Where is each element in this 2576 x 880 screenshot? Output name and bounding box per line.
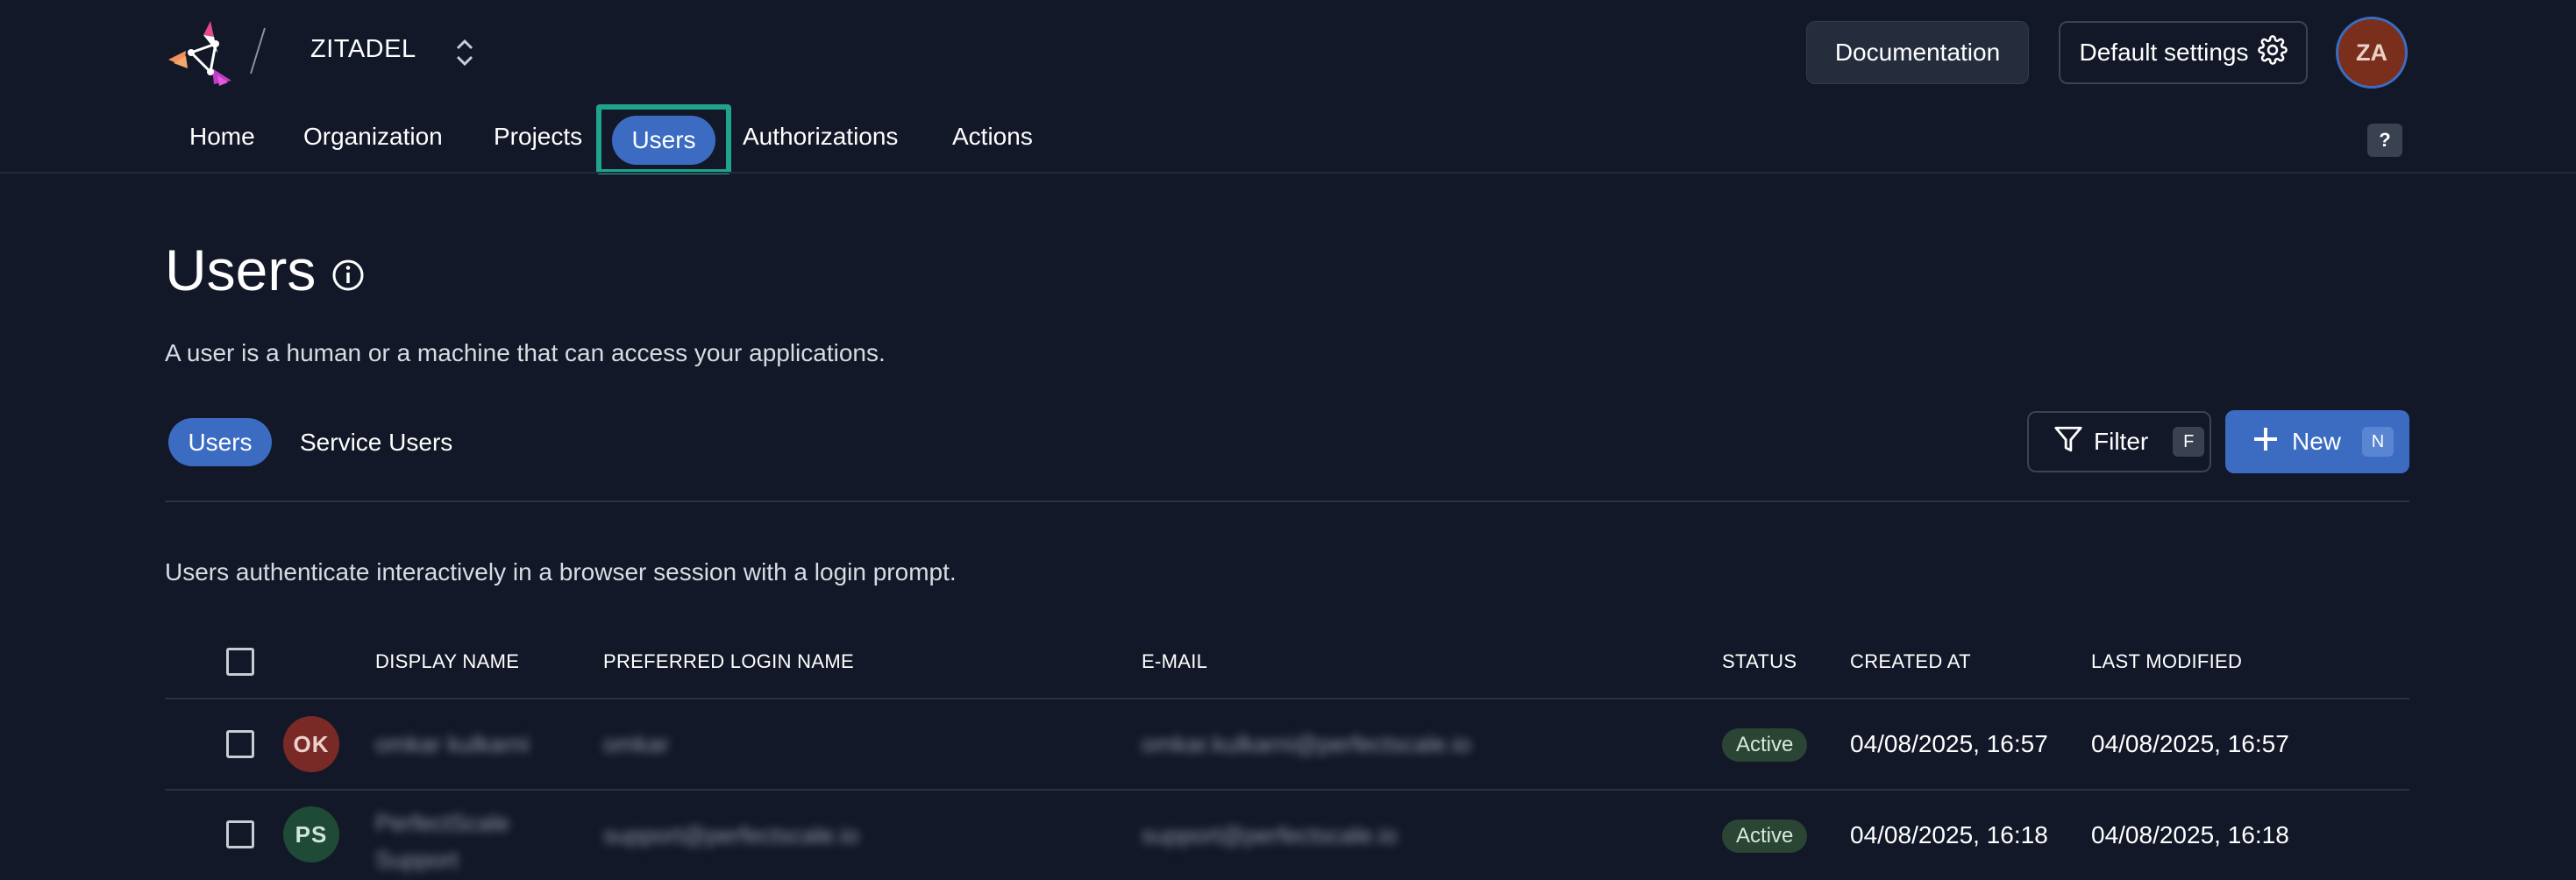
- status-badge: Active: [1722, 728, 1808, 762]
- nav-projects[interactable]: Projects: [494, 123, 582, 151]
- tab-users[interactable]: Users: [168, 418, 272, 466]
- status-badge: Active: [1722, 820, 1808, 853]
- nav-divider: [0, 172, 2576, 174]
- row-email: omkar.kulkarni@perfectscale.io: [1142, 731, 1471, 757]
- filter-icon: [2053, 424, 2083, 460]
- user-avatar[interactable]: ZA: [2336, 17, 2408, 89]
- zitadel-logo-icon[interactable]: [165, 18, 237, 89]
- row-avatar: PS: [283, 806, 339, 862]
- nav-actions[interactable]: Actions: [952, 123, 1033, 151]
- row-email: support@perfectscale.io: [1142, 822, 1398, 848]
- column-header-status[interactable]: STATUS: [1722, 650, 1797, 673]
- nav-organization[interactable]: Organization: [303, 123, 443, 151]
- documentation-label: Documentation: [1834, 39, 2001, 66]
- row-login-name: support@perfectscale.io: [603, 822, 859, 848]
- nav-home[interactable]: Home: [189, 123, 255, 151]
- tab-service-users[interactable]: Service Users: [300, 429, 452, 457]
- avatar-initials: ZA: [2356, 39, 2387, 66]
- gear-icon: [2257, 34, 2288, 71]
- column-header-email[interactable]: E-MAIL: [1142, 650, 1207, 673]
- row-display-name[interactable]: omkar kulkarni: [375, 731, 530, 758]
- default-settings-label: Default settings: [2079, 39, 2249, 66]
- info-icon[interactable]: [331, 258, 366, 293]
- table-row-divider: [165, 789, 2409, 791]
- row-display-name[interactable]: PerfectScale Support: [375, 805, 509, 878]
- row-login-name: omkar: [603, 731, 670, 757]
- new-user-button[interactable]: New N: [2225, 410, 2409, 473]
- row-created-at: 04/08/2025, 16:57: [1850, 730, 2048, 757]
- breadcrumb-separator: [249, 26, 267, 75]
- row-display-name-line1: PerfectScale: [375, 810, 510, 836]
- org-name: ZITADEL: [310, 35, 416, 63]
- help-label: ?: [2379, 129, 2391, 151]
- row-checkbox[interactable]: [226, 730, 254, 758]
- row-checkbox[interactable]: [226, 820, 254, 848]
- column-header-last-modified[interactable]: LAST MODIFIED: [2091, 650, 2242, 673]
- status-label: Active: [1736, 824, 1794, 848]
- page-description: A user is a human or a machine that can …: [165, 339, 886, 366]
- row-avatar: OK: [283, 716, 339, 772]
- row-display-name-line2: Support: [375, 847, 459, 873]
- filter-shortcut: F: [2173, 427, 2205, 457]
- default-settings-button[interactable]: Default settings: [2059, 21, 2308, 84]
- row-created-at: 04/08/2025, 16:18: [1850, 821, 2048, 848]
- column-header-display-name[interactable]: DISPLAY NAME: [375, 650, 519, 673]
- section-description: Users authenticate interactively in a br…: [165, 558, 957, 585]
- filter-button[interactable]: Filter F: [2027, 411, 2211, 472]
- section-divider: [165, 500, 2409, 502]
- filter-label: Filter: [2094, 428, 2149, 455]
- documentation-button[interactable]: Documentation: [1806, 21, 2029, 84]
- new-label: New: [2292, 428, 2342, 455]
- page-title: Users: [165, 238, 317, 302]
- row-last-modified: 04/08/2025, 16:57: [2091, 730, 2289, 757]
- row-avatar-initials: OK: [293, 730, 330, 757]
- row-avatar-initials: PS: [295, 820, 328, 848]
- nav-users-label: Users: [631, 126, 696, 153]
- select-all-checkbox[interactable]: [226, 648, 254, 676]
- row-last-modified: 04/08/2025, 16:18: [2091, 821, 2289, 848]
- table-divider: [165, 698, 2409, 699]
- org-switch-icon[interactable]: [452, 37, 477, 68]
- nav-authorizations[interactable]: Authorizations: [743, 123, 898, 151]
- tab-users-label: Users: [188, 428, 253, 456]
- column-header-created-at[interactable]: CREATED AT: [1850, 650, 1971, 673]
- column-header-preferred-login-name[interactable]: PREFERRED LOGIN NAME: [603, 650, 854, 673]
- status-label: Active: [1736, 733, 1794, 756]
- plus-icon: [2252, 425, 2280, 459]
- nav-users[interactable]: Users: [612, 116, 715, 165]
- new-shortcut: N: [2362, 427, 2395, 457]
- help-button[interactable]: ?: [2367, 124, 2402, 157]
